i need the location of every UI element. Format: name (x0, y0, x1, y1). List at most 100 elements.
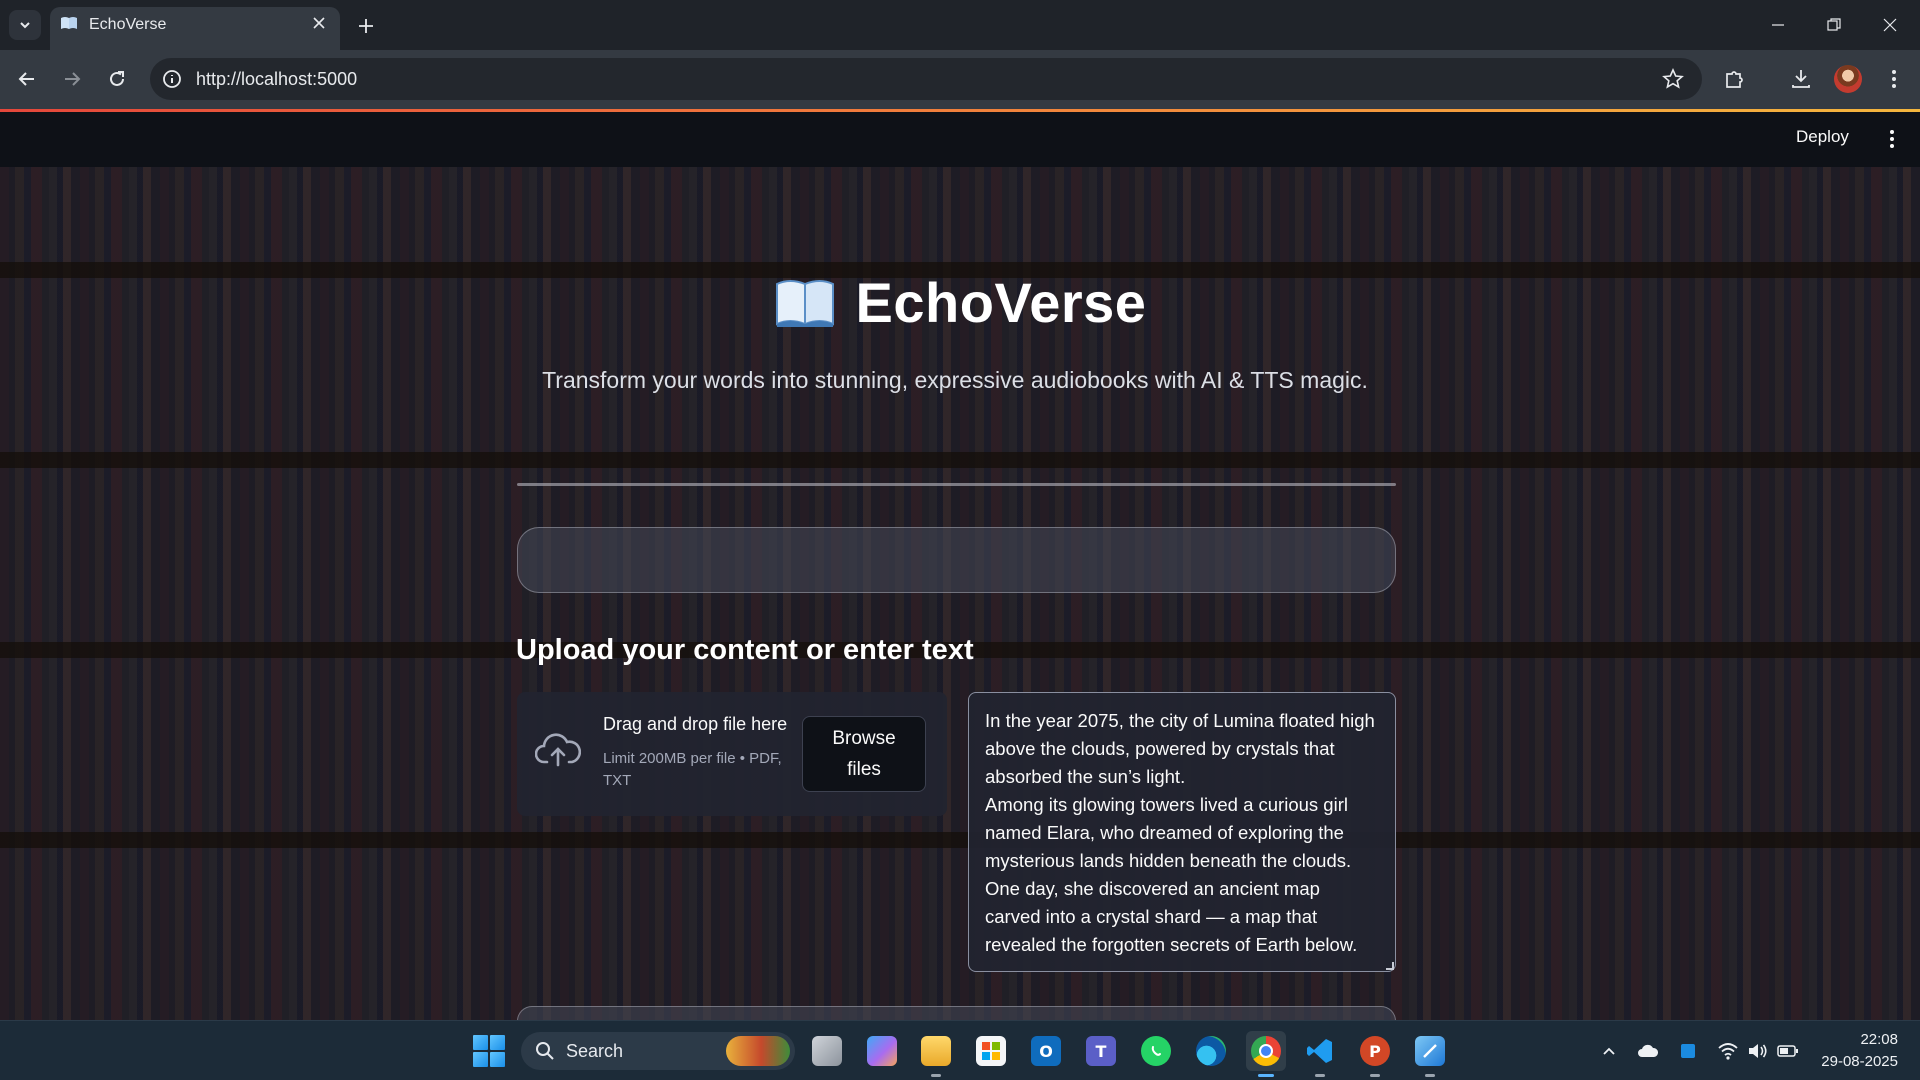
close-icon (1883, 18, 1897, 32)
open-book-icon (61, 17, 77, 29)
cloud-upload-icon (535, 733, 581, 767)
clock-time[interactable]: 22:08 (1842, 1031, 1898, 1048)
show-hidden-icons-button[interactable] (1597, 1039, 1621, 1063)
search-icon (536, 1042, 554, 1060)
battery-tray[interactable] (1776, 1039, 1800, 1063)
downloads-button[interactable] (1786, 64, 1816, 94)
taskbar-app-outlook[interactable]: O (1026, 1031, 1066, 1071)
running-indicator (1370, 1074, 1380, 1077)
restore-icon (1827, 18, 1841, 31)
battery-icon (1777, 1045, 1798, 1057)
dropzone-limit-text: Limit 200MB per file • PDF, TXT (603, 750, 782, 789)
kebab-menu-icon (1890, 130, 1894, 148)
volume-tray[interactable] (1746, 1039, 1770, 1063)
folder-icon (921, 1036, 951, 1066)
chevron-down-icon (20, 22, 30, 29)
running-indicator (1258, 1074, 1274, 1077)
new-tab-button[interactable] (352, 12, 380, 40)
arrow-right-icon (65, 72, 81, 86)
extensions-button[interactable] (1720, 64, 1750, 94)
teams-icon: T (1086, 1036, 1116, 1066)
chrome-icon (1251, 1036, 1281, 1066)
kebab-menu-icon (1892, 70, 1896, 88)
taskbar-app-teams[interactable]: T (1081, 1031, 1121, 1071)
taskbar-search[interactable]: Search (521, 1032, 795, 1070)
edge-icon (1196, 1036, 1226, 1066)
running-indicator (1315, 1074, 1325, 1077)
search-label: Search (566, 1041, 624, 1061)
close-window-button[interactable] (1870, 10, 1910, 40)
chevron-up-icon (1603, 1047, 1615, 1055)
store-icon (976, 1036, 1006, 1066)
address-bar[interactable]: http://localhost:5000 (150, 58, 1702, 100)
text-input-area[interactable]: In the year 2075, the city of Lumina flo… (968, 692, 1396, 972)
close-icon (313, 17, 325, 29)
open-book-icon (775, 280, 834, 327)
text-input-value: In the year 2075, the city of Lumina flo… (985, 710, 1375, 955)
app-page: Deploy EchoVerse Transform your words in… (0, 112, 1920, 1020)
page-title: EchoVerse (855, 270, 1147, 334)
minimize-button[interactable] (1758, 10, 1798, 40)
taskbar-app-store[interactable] (971, 1031, 1011, 1071)
glass-panel (517, 527, 1396, 593)
app-header: Deploy (0, 112, 1920, 167)
browser-titlebar: EchoVerse (0, 0, 1920, 50)
onedrive-tray[interactable] (1636, 1039, 1660, 1063)
snipping-tool-icon (1415, 1036, 1445, 1066)
minimize-icon (1772, 24, 1784, 26)
powerpoint-icon: P (1360, 1036, 1390, 1066)
reload-button[interactable] (101, 63, 133, 95)
site-info-button[interactable] (160, 67, 184, 91)
back-button[interactable] (11, 63, 43, 95)
taskbar-app-vscode[interactable] (1300, 1031, 1340, 1077)
start-button[interactable] (473, 1035, 505, 1067)
taskbar-app-chrome[interactable] (1246, 1031, 1286, 1077)
windows-taskbar: Search O T P 22:08 29-08-2025 (0, 1020, 1920, 1080)
tagline: Transform your words into stunning, expr… (542, 367, 1368, 393)
browser-toolbar: http://localhost:5000 (0, 50, 1920, 109)
hero-title-row: EchoVerse (0, 262, 1920, 342)
main-menu-button[interactable] (1880, 126, 1904, 152)
url-text[interactable]: http://localhost:5000 (196, 69, 357, 90)
dropzone-instructions: Drag and drop file here (603, 714, 788, 734)
arrow-left-icon (18, 72, 34, 86)
running-indicator (931, 1074, 941, 1077)
taskbar-app-powerpoint[interactable]: P (1355, 1031, 1395, 1077)
restore-button[interactable] (1814, 10, 1854, 40)
clock-date[interactable]: 29-08-2025 (1816, 1053, 1898, 1070)
info-icon (163, 70, 181, 88)
browse-files-button[interactable]: Browse files (802, 716, 926, 792)
puzzle-icon (1726, 71, 1743, 88)
app-tray-icon[interactable] (1676, 1039, 1700, 1063)
taskbar-app-file-explorer[interactable] (916, 1031, 956, 1077)
tab-close-button[interactable] (308, 12, 330, 34)
tab-search-button[interactable] (9, 10, 41, 40)
download-icon (1792, 70, 1810, 88)
taskbar-app-edge[interactable] (1191, 1031, 1231, 1071)
taskbar-app-copilot[interactable] (862, 1031, 902, 1071)
browser-menu-button[interactable] (1879, 64, 1909, 94)
glass-panel-partial (517, 1006, 1396, 1020)
cloud-icon (1638, 1044, 1659, 1057)
speaker-icon (1749, 1044, 1767, 1058)
file-uploader-dropzone[interactable]: Drag and drop file here Limit 200MB per … (517, 692, 947, 816)
textarea-resize-handle[interactable] (1386, 962, 1394, 970)
whatsapp-icon (1141, 1036, 1171, 1066)
bookmark-star-icon[interactable] (1662, 68, 1684, 90)
divider (517, 483, 1396, 486)
forward-button[interactable] (56, 63, 88, 95)
tab-title: EchoVerse (89, 16, 167, 33)
profile-avatar[interactable] (1834, 65, 1862, 93)
wifi-icon (1718, 1043, 1738, 1060)
taskbar-app-whatsapp[interactable] (1136, 1031, 1176, 1071)
wifi-tray[interactable] (1716, 1039, 1740, 1063)
taskbar-app-task-view[interactable] (807, 1031, 847, 1071)
search-highlight-illustration (726, 1036, 790, 1066)
reload-icon (110, 71, 124, 86)
outlook-icon: O (1031, 1036, 1061, 1066)
copilot-icon (867, 1036, 897, 1066)
section-heading: Upload your content or enter text (516, 634, 974, 666)
vscode-icon (1305, 1036, 1335, 1066)
deploy-button[interactable]: Deploy (1796, 127, 1849, 147)
taskbar-app-snipping-tool[interactable] (1410, 1031, 1450, 1077)
